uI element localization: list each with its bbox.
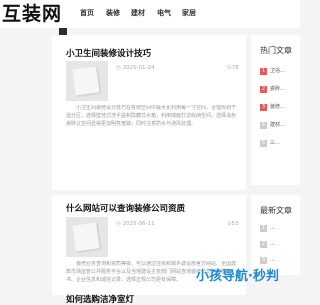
sidebar-title: 最新文章 — [260, 206, 292, 215]
article-card: 小卫生间装修设计技巧 ◷ 2025-01-24 ⊙78 小卫生间装修设计技巧在有… — [52, 35, 246, 190]
article-date: ◷ 2025-01-24 — [116, 65, 155, 71]
sidebar-item[interactable]: 3 装修… — [260, 103, 285, 111]
watermark-overlay: 小孩导航·秒判 — [196, 269, 279, 284]
sidebar-item[interactable]: 3… — [260, 257, 275, 264]
sidebar-item[interactable]: 2 瓷砖… — [260, 85, 285, 93]
article-title[interactable]: 什么网站可以查询装修公司资质 — [66, 202, 185, 214]
sidebar-title: 热门文章 — [260, 46, 292, 55]
nav-item-electric[interactable]: 电气 — [157, 8, 171, 20]
nav-item-decoration[interactable]: 装修 — [106, 8, 120, 20]
sidebar-item[interactable]: 4 建材… — [260, 121, 285, 129]
article-tag: ⊙53 — [227, 221, 239, 227]
sidebar-item[interactable]: 1 卫浴… — [260, 67, 285, 75]
nav-item-materials[interactable]: 建材 — [131, 8, 145, 20]
sidebar-hot: 热门文章 1 卫浴… 2 瓷砖… 3 装修… 4 建材… 5 三… — [251, 35, 300, 185]
sidebar-item[interactable]: 5 三… — [260, 139, 280, 147]
image-placeholder-icon — [72, 222, 100, 252]
image-placeholder-icon — [72, 66, 100, 96]
article-tag: ⊙78 — [227, 65, 239, 71]
article-title[interactable]: 如何选购洁净室灯 — [66, 293, 134, 305]
article-title[interactable]: 小卫生间装修设计技巧 — [66, 47, 151, 59]
header: 互装网 — [0, 0, 300, 28]
nav-item-home[interactable]: 首页 — [80, 8, 94, 20]
article-thumbnail[interactable] — [66, 217, 108, 257]
article-excerpt: 小卫生间装修设计技巧在有限空间中最大化利用每一寸空间，合理规划干湿分区，选择壁挂… — [66, 105, 237, 127]
article-card: 如何选购洁净室灯 — [52, 285, 246, 305]
sidebar-item[interactable]: 2… — [260, 241, 275, 248]
sidebar-latest: 最新文章 1… 2… 3… — [251, 195, 300, 275]
article-date: ◷ 2025-06-11 — [116, 221, 155, 227]
nav-item-home-furnishing[interactable]: 家居 — [182, 8, 196, 20]
site-logo[interactable]: 互装网 — [2, 3, 62, 25]
article-thumbnail[interactable] — [66, 61, 108, 101]
sidebar-item[interactable]: 1… — [260, 225, 275, 232]
